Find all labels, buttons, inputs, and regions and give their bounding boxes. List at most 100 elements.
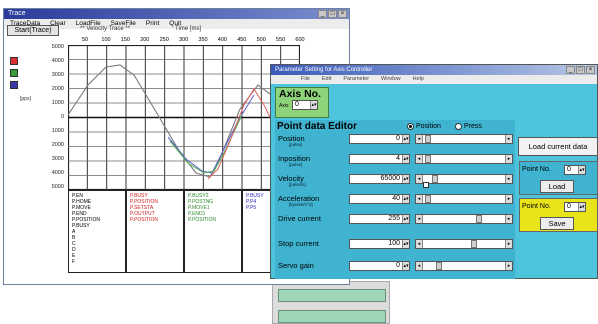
- slider-left-arrow-icon[interactable]: ◂: [416, 175, 423, 183]
- radio-position[interactable]: Position: [407, 123, 441, 130]
- slider-right-arrow-icon[interactable]: ▸: [505, 240, 512, 248]
- save-button[interactable]: Save: [540, 217, 574, 230]
- editor-minimize-icon[interactable]: _: [566, 66, 575, 74]
- slider-right-arrow-icon[interactable]: ▸: [505, 155, 512, 163]
- x-tick-label: 300: [179, 37, 189, 43]
- field-value-input[interactable]: 255 ▴▾: [349, 214, 410, 224]
- field-value-input[interactable]: 65000 ▴▾: [349, 174, 410, 184]
- field-value-input[interactable]: 4 ▴▾: [349, 154, 410, 164]
- field-value: 100: [388, 240, 400, 247]
- field-row-1: Inposition [pulse] 4 ▴▾ ◂ ▸: [275, 152, 515, 167]
- editor-menu-parameter[interactable]: Parameter: [343, 75, 369, 84]
- slider-thumb[interactable]: [436, 262, 442, 270]
- slider-right-arrow-icon[interactable]: ▸: [505, 135, 512, 143]
- slider-left-arrow-icon[interactable]: ◂: [416, 135, 423, 143]
- editor-menubar: File Edit Parameter Window Help: [271, 75, 597, 84]
- slider-thumb[interactable]: [471, 240, 477, 248]
- load-button[interactable]: Load: [540, 180, 574, 193]
- field-value: 65000: [380, 175, 400, 182]
- menu-print[interactable]: Print: [146, 19, 159, 29]
- field-value-input[interactable]: 40 ▴▾: [349, 194, 410, 204]
- slider-left-arrow-icon[interactable]: ◂: [416, 195, 423, 203]
- save-point-stepper[interactable]: 0 ▴▾: [564, 202, 586, 212]
- field-slider[interactable]: ◂ ▸: [415, 214, 513, 224]
- editor-maximize-icon[interactable]: □: [576, 66, 585, 74]
- editor-menu-edit[interactable]: Edit: [322, 75, 331, 84]
- slider-thumb[interactable]: [425, 155, 431, 163]
- axis-sub-label: Axis: [279, 103, 289, 109]
- field-row-0: Position [pulse] 0 ▴▾ ◂ ▸: [275, 132, 515, 147]
- field-value-input[interactable]: 100 ▴▾: [349, 239, 410, 249]
- editor-menu-file[interactable]: File: [301, 75, 310, 84]
- channel-blue-indicator[interactable]: [10, 81, 18, 89]
- load-point-stepper[interactable]: 0 ▴▾: [564, 165, 586, 175]
- slider-right-arrow-icon[interactable]: ▸: [505, 195, 512, 203]
- field-slider[interactable]: ◂ ▸: [415, 239, 513, 249]
- stepper-arrows-icon[interactable]: ▴▾: [402, 262, 409, 270]
- slider-right-arrow-icon[interactable]: ▸: [505, 262, 512, 270]
- bottom-button-2[interactable]: [278, 310, 386, 323]
- legend-column-1: P.EN P.HOME P.MOVE P.END P.POSITION P.BUSY A B C…: [69, 191, 127, 272]
- field-row-2: Velocity [pulse/s] 65000 ▴▾ ◂ ▸: [275, 172, 515, 187]
- editor-menu-window[interactable]: Window: [381, 75, 401, 84]
- slider-left-arrow-icon[interactable]: ◂: [416, 262, 423, 270]
- save-point-label: Point No.: [522, 203, 551, 210]
- x-tick-label: 100: [101, 37, 111, 43]
- channel-green-indicator[interactable]: [10, 69, 18, 77]
- field-value: 0: [396, 135, 400, 142]
- channel-red-indicator[interactable]: [10, 57, 18, 65]
- slider-thumb[interactable]: [476, 215, 482, 223]
- stepper-arrows-icon[interactable]: ▴▾: [402, 215, 409, 223]
- field-slider[interactable]: ◂ ▸: [415, 174, 513, 184]
- radio-position-label: Position: [416, 123, 441, 130]
- field-slider[interactable]: ◂ ▸: [415, 261, 513, 271]
- load-current-data-button[interactable]: Load current data: [518, 137, 598, 156]
- slider-thumb[interactable]: [425, 195, 431, 203]
- stepper-arrows-icon[interactable]: ▴▾: [402, 175, 409, 183]
- stepper-arrows-icon[interactable]: ▴▾: [402, 240, 409, 248]
- stepper-arrows-icon[interactable]: ▴▾: [402, 135, 409, 143]
- editor-close-icon[interactable]: ×: [586, 66, 595, 74]
- field-value-input[interactable]: 0 ▴▾: [349, 134, 410, 144]
- field-label: Servo gain: [278, 261, 314, 270]
- slider-right-arrow-icon[interactable]: ▸: [505, 215, 512, 223]
- trace-window-title: Trace: [8, 10, 26, 17]
- x-tick-label: 50: [82, 37, 89, 43]
- stepper-arrows-icon[interactable]: ▴▾: [578, 203, 585, 211]
- load-point-label: Point No.: [522, 166, 551, 173]
- slider-thumb[interactable]: [432, 175, 438, 183]
- legend-entry: F: [72, 259, 76, 265]
- axis-number-value: 0: [295, 101, 299, 108]
- start-trace-button[interactable]: Start(Trace): [7, 25, 59, 36]
- y-tick-label: 3000: [51, 156, 64, 162]
- field-slider[interactable]: ◂ ▸: [415, 154, 513, 164]
- slider-right-arrow-icon[interactable]: ▸: [505, 175, 512, 183]
- slider-thumb[interactable]: [425, 135, 431, 143]
- editor-menu-help[interactable]: Help: [413, 75, 424, 84]
- save-point-box: Point No. 0 ▴▾ Save: [519, 198, 598, 232]
- acceleration-checkbox[interactable]: [423, 182, 429, 188]
- slider-left-arrow-icon[interactable]: ◂: [416, 215, 423, 223]
- stepper-arrows-icon[interactable]: ▴▾: [310, 101, 317, 109]
- bottom-button-1[interactable]: [278, 289, 386, 302]
- stepper-arrows-icon[interactable]: ▴▾: [578, 166, 585, 174]
- field-slider[interactable]: ◂ ▸: [415, 194, 513, 204]
- x-tick-label: 200: [140, 37, 150, 43]
- maximize-icon[interactable]: □: [328, 10, 337, 18]
- radio-press[interactable]: Press: [455, 123, 482, 130]
- stepper-arrows-icon[interactable]: ▴▾: [402, 195, 409, 203]
- field-row-6: Servo gain 0 ▴▾ ◂ ▸: [275, 259, 515, 274]
- checkbox-icon[interactable]: [423, 182, 429, 188]
- field-slider[interactable]: ◂ ▸: [415, 134, 513, 144]
- radio-position-icon[interactable]: [407, 123, 414, 130]
- field-row-5: Stop current 100 ▴▾ ◂ ▸: [275, 237, 515, 252]
- close-icon[interactable]: ×: [338, 10, 347, 18]
- stepper-arrows-icon[interactable]: ▴▾: [402, 155, 409, 163]
- slider-left-arrow-icon[interactable]: ◂: [416, 240, 423, 248]
- axis-number-stepper[interactable]: 0 ▴▾: [292, 100, 318, 110]
- radio-press-icon[interactable]: [455, 123, 462, 130]
- y-tick-label: 5000: [51, 44, 64, 50]
- minimize-icon[interactable]: _: [318, 10, 327, 18]
- field-value-input[interactable]: 0 ▴▾: [349, 261, 410, 271]
- slider-left-arrow-icon[interactable]: ◂: [416, 155, 423, 163]
